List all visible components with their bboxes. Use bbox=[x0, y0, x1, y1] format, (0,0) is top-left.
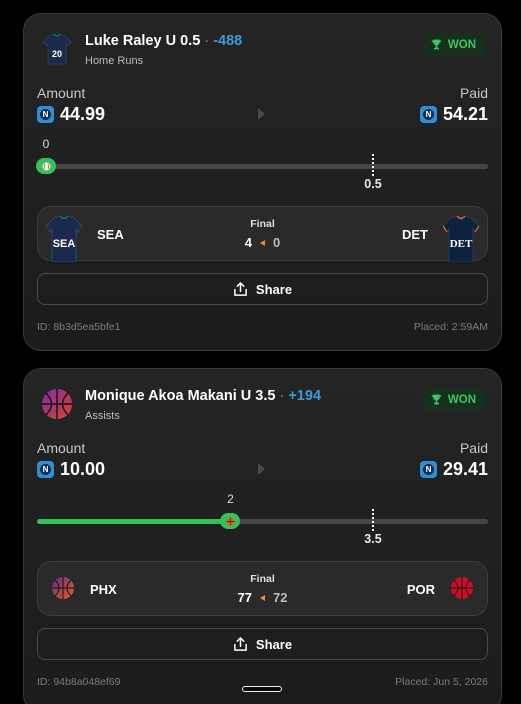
current-value: 2 bbox=[227, 492, 234, 506]
bet-header: 20 Luke Raley U 0.5 · -488 Home Runs WON bbox=[40, 30, 485, 74]
paid-label: Paid bbox=[459, 440, 488, 456]
share-icon bbox=[234, 636, 247, 651]
jersey-number: 20 bbox=[52, 49, 62, 59]
game-scorebox[interactable]: PHX Final 77 72 POR bbox=[37, 561, 488, 616]
bet-title: Monique Akoa Makani U 3.5 · +194 bbox=[85, 388, 321, 404]
paid-value: N 29.41 bbox=[419, 459, 488, 480]
coin-icon: N bbox=[419, 106, 437, 123]
track-bar bbox=[37, 164, 488, 169]
current-value: 0 bbox=[42, 137, 50, 151]
trophy-icon bbox=[431, 394, 442, 405]
amount-value: N 44.99 bbox=[37, 104, 105, 125]
separator: · bbox=[279, 388, 285, 404]
home-score: 4 bbox=[244, 235, 252, 250]
home-score: 77 bbox=[237, 590, 252, 605]
stat-type: Home Runs bbox=[85, 55, 144, 67]
bet-card[interactable]: 20 Luke Raley U 0.5 · -488 Home Runs WON… bbox=[23, 13, 502, 351]
away-team: POR bbox=[406, 582, 435, 597]
progress-track: 2 3.5 bbox=[37, 492, 488, 552]
progress-thumb bbox=[36, 158, 57, 174]
pick-line: U 3.5 bbox=[240, 388, 276, 404]
pick-line: U 0.5 bbox=[165, 33, 201, 49]
baseball-icon bbox=[41, 161, 51, 171]
away-score: 0 bbox=[273, 235, 281, 250]
share-icon bbox=[234, 281, 247, 296]
bet-title: Luke Raley U 0.5 · -488 bbox=[85, 33, 242, 49]
amount-text: 10.00 bbox=[60, 459, 106, 479]
track-fill bbox=[37, 519, 231, 524]
bet-id: ID: 94b8a048ef69 bbox=[37, 676, 121, 688]
trophy-icon bbox=[431, 39, 442, 50]
paid-label: Paid bbox=[459, 85, 488, 101]
share-label: Share bbox=[255, 281, 293, 297]
separator: · bbox=[204, 33, 210, 49]
odds: +194 bbox=[288, 388, 322, 404]
bet-card[interactable]: Monique Akoa Makani U 3.5 · +194 Assists… bbox=[23, 368, 502, 704]
status-label: WON bbox=[447, 393, 476, 406]
placed-time: Placed: Jun 5, 2026 bbox=[395, 676, 488, 688]
amount-label: Amount bbox=[37, 85, 86, 101]
home-indicator[interactable] bbox=[242, 686, 282, 692]
jersey-icon: 20 bbox=[42, 33, 72, 65]
status-badge: WON bbox=[422, 33, 485, 56]
por-basketball-icon bbox=[451, 577, 473, 599]
player-name: Luke Raley bbox=[85, 33, 162, 49]
bet-header: Monique Akoa Makani U 3.5 · +194 Assists… bbox=[40, 385, 485, 429]
line-marker bbox=[371, 154, 374, 176]
line-value: 0.5 bbox=[364, 177, 382, 191]
det-jersey-icon: DET bbox=[443, 216, 479, 262]
stat-type: Assists bbox=[85, 410, 120, 422]
chevron-right-icon bbox=[258, 463, 265, 475]
away-score: 72 bbox=[273, 590, 288, 605]
chevron-right-icon bbox=[258, 108, 265, 120]
amount-value: N 10.00 bbox=[37, 459, 105, 480]
paid-value: N 54.21 bbox=[419, 104, 488, 125]
placed-time: Placed: 2:59AM bbox=[413, 321, 488, 333]
amount-label: Amount bbox=[37, 440, 86, 456]
share-button[interactable]: Share bbox=[37, 628, 488, 660]
progress-track: 0 0.5 bbox=[36, 137, 488, 197]
svg-text:DET: DET bbox=[450, 238, 473, 250]
share-label: Share bbox=[255, 636, 293, 652]
status-badge: WON bbox=[422, 388, 485, 411]
away-team: DET bbox=[402, 227, 428, 242]
coin-icon: N bbox=[37, 106, 54, 123]
odds: -488 bbox=[213, 33, 243, 49]
coin-icon: N bbox=[419, 461, 437, 478]
line-value: 3.5 bbox=[364, 532, 382, 546]
player-name: Monique Akoa Makani bbox=[85, 388, 237, 404]
basketball-icon bbox=[42, 389, 72, 419]
amount-text: 44.99 bbox=[60, 104, 106, 124]
share-button[interactable]: Share bbox=[37, 273, 488, 305]
bet-id: ID: 8b3d5ea5bfe1 bbox=[37, 321, 121, 333]
line-marker bbox=[371, 509, 374, 531]
game-scorebox[interactable]: SEA SEA Final 4 0 DET DET bbox=[37, 206, 488, 262]
paid-text: 29.41 bbox=[442, 459, 488, 479]
paid-text: 54.21 bbox=[442, 104, 488, 124]
basketball-icon bbox=[226, 516, 235, 526]
winner-indicator-icon bbox=[260, 594, 265, 601]
progress-thumb bbox=[220, 513, 241, 529]
winner-indicator-icon bbox=[260, 239, 265, 246]
coin-icon: N bbox=[37, 461, 54, 478]
status-label: WON bbox=[447, 38, 476, 51]
